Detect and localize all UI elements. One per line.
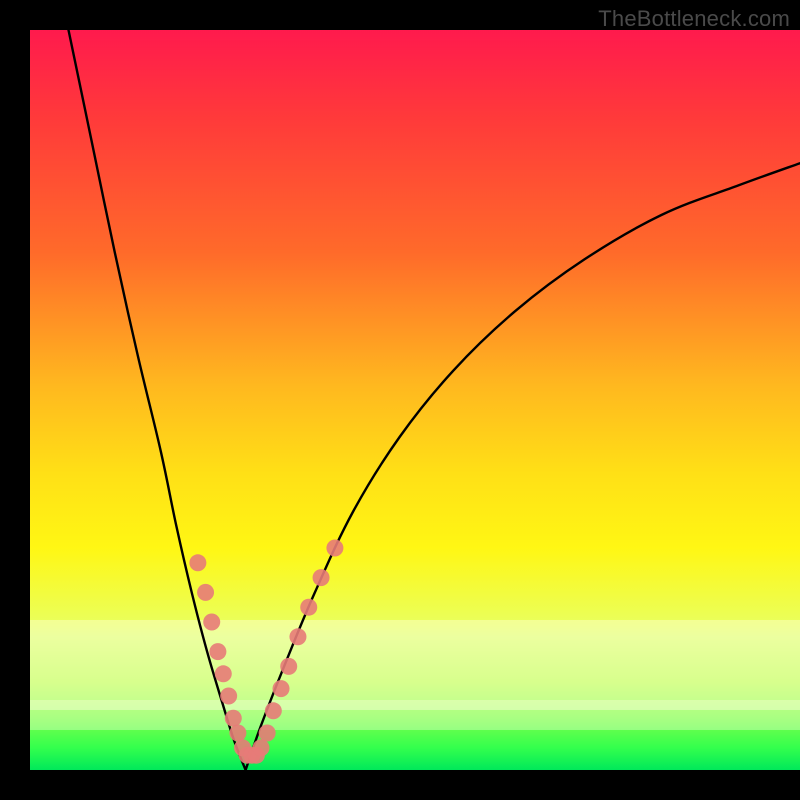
marker-point bbox=[313, 569, 330, 586]
marker-point bbox=[280, 658, 297, 675]
marker-point bbox=[326, 540, 343, 557]
marker-point bbox=[289, 628, 306, 645]
curve-right-curve bbox=[246, 163, 800, 770]
marker-point bbox=[239, 747, 256, 764]
wash-band-lower bbox=[30, 700, 800, 730]
marker-point bbox=[273, 680, 290, 697]
marker-point bbox=[265, 702, 282, 719]
marker-point bbox=[197, 584, 214, 601]
wash-band bbox=[30, 620, 800, 710]
marker-point bbox=[248, 747, 265, 764]
marker-point bbox=[189, 554, 206, 571]
marker-point bbox=[209, 643, 226, 660]
marker-point bbox=[253, 739, 270, 756]
chart-frame: TheBottleneck.com bbox=[0, 0, 800, 800]
curve-layer bbox=[30, 30, 800, 770]
marker-point bbox=[234, 739, 251, 756]
marker-point bbox=[220, 688, 237, 705]
marker-point bbox=[203, 614, 220, 631]
marker-point bbox=[259, 725, 276, 742]
plot-area bbox=[30, 30, 800, 770]
marker-point bbox=[225, 710, 242, 727]
marker-point bbox=[300, 599, 317, 616]
marker-point bbox=[243, 747, 260, 764]
watermark-label: TheBottleneck.com bbox=[598, 6, 790, 32]
curve-left-curve bbox=[69, 30, 246, 770]
marker-point bbox=[229, 725, 246, 742]
marker-point bbox=[215, 665, 232, 682]
